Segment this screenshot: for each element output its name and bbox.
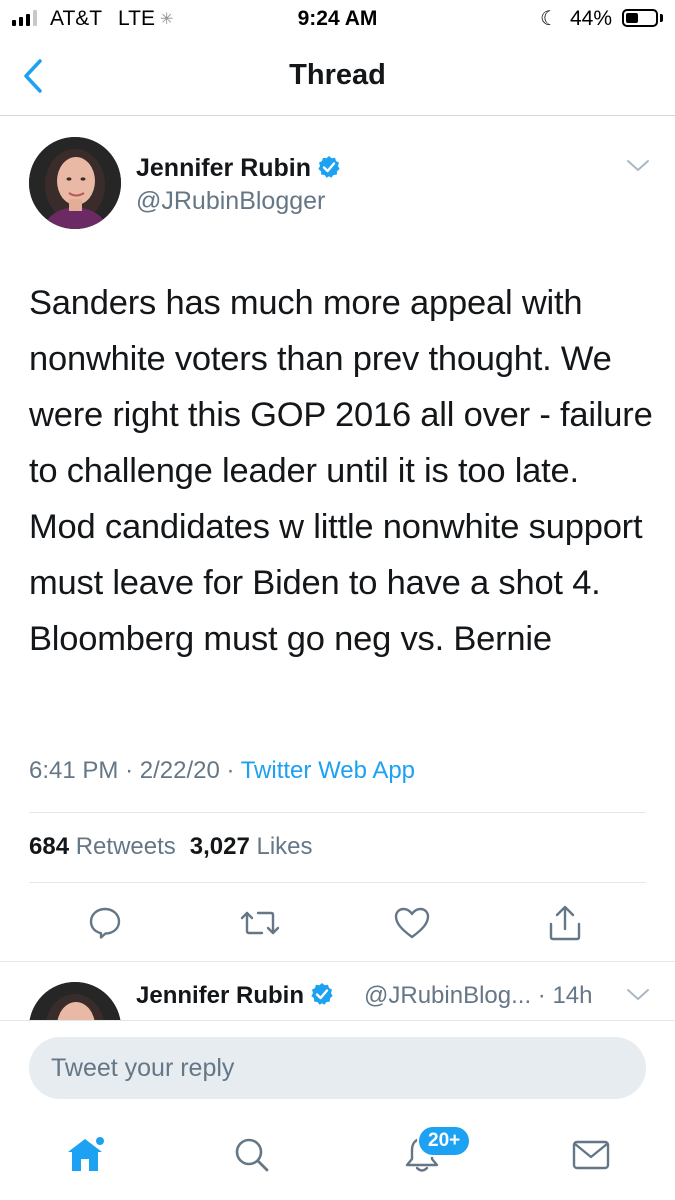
tab-search[interactable]	[222, 1125, 282, 1185]
retweet-button[interactable]	[234, 897, 286, 949]
battery-percent: 44%	[570, 7, 613, 30]
battery-fill	[626, 13, 639, 23]
handle-and-age: @JRubinBlog... · 14h	[364, 982, 592, 1010]
tweet-text: Sanders has much more appeal with nonwhi…	[29, 284, 653, 658]
avatar[interactable]	[29, 982, 121, 1021]
chevron-down-icon	[627, 160, 649, 171]
handle[interactable]: @JRubinBlogger	[136, 187, 325, 216]
tweet-actions	[0, 897, 675, 949]
home-icon	[68, 1137, 104, 1171]
share-icon	[549, 905, 581, 941]
avatar-image	[29, 982, 121, 1021]
verified-badge-icon	[318, 156, 340, 178]
messages-icon	[572, 1140, 610, 1170]
meta-separator: ·	[226, 757, 235, 784]
reply-icon	[89, 907, 121, 939]
tweet-meta: 6:41 PM · 2/22/20 · Twitter Web App	[29, 757, 415, 785]
tweet-options-button[interactable]	[626, 986, 650, 1009]
notifications-badge: 20+	[417, 1125, 472, 1157]
tweet-age: · 14h	[537, 982, 593, 1009]
battery-icon	[622, 9, 658, 27]
reply-bar	[0, 1020, 675, 1115]
display-name-text: Jennifer Rubin	[136, 154, 312, 182]
retweets-link[interactable]: 684 Retweets	[29, 833, 176, 860]
divider	[29, 812, 646, 813]
tweet-date: 2/22/20	[139, 757, 220, 784]
tweet-source-link[interactable]: Twitter Web App	[241, 757, 415, 784]
battery-tip	[660, 14, 663, 22]
avatar[interactable]	[29, 137, 121, 229]
reply-button[interactable]	[79, 897, 131, 949]
tab-home[interactable]	[56, 1125, 116, 1185]
search-icon	[235, 1138, 269, 1172]
display-name[interactable]: Jennifer Rubin	[136, 982, 334, 1010]
divider	[29, 882, 646, 883]
retweets-count: 684	[29, 833, 70, 860]
status-bar: AT&T LTE ✳ 9:24 AM ☾ 44%	[0, 0, 675, 40]
page-title: Thread	[289, 59, 386, 91]
display-name-text: Jennifer Rubin	[136, 982, 305, 1009]
verified-badge-icon	[311, 983, 333, 1005]
retweet-icon	[240, 911, 280, 935]
likes-count: 3,027	[189, 833, 250, 860]
share-button[interactable]	[539, 897, 591, 949]
heart-icon	[394, 907, 430, 939]
reply-tweet[interactable]: Jennifer Rubin @JRubinBlog... · 14h	[0, 961, 675, 1021]
chevron-down-icon	[627, 989, 649, 1000]
likes-label: Likes	[256, 833, 313, 860]
likes-link[interactable]: 3,027 Likes	[190, 833, 313, 860]
tab-messages[interactable]	[561, 1125, 621, 1185]
do-not-disturb-icon: ☾	[540, 8, 558, 30]
nav-bar: Thread	[0, 40, 675, 116]
retweets-label: Retweets	[75, 833, 176, 860]
display-name[interactable]: Jennifer Rubin	[136, 154, 341, 183]
reply-input[interactable]	[29, 1037, 646, 1099]
like-button[interactable]	[386, 897, 438, 949]
engagement-counts: 684 Retweets 3,027 Likes	[29, 833, 313, 861]
avatar-image	[29, 137, 121, 229]
meta-separator: ·	[125, 757, 134, 784]
handle[interactable]: @JRubinBlog...	[364, 982, 531, 1009]
tab-bar: 20+	[0, 1115, 675, 1200]
tweet-time: 6:41 PM	[29, 757, 119, 784]
tweet-options-button[interactable]	[626, 157, 650, 180]
